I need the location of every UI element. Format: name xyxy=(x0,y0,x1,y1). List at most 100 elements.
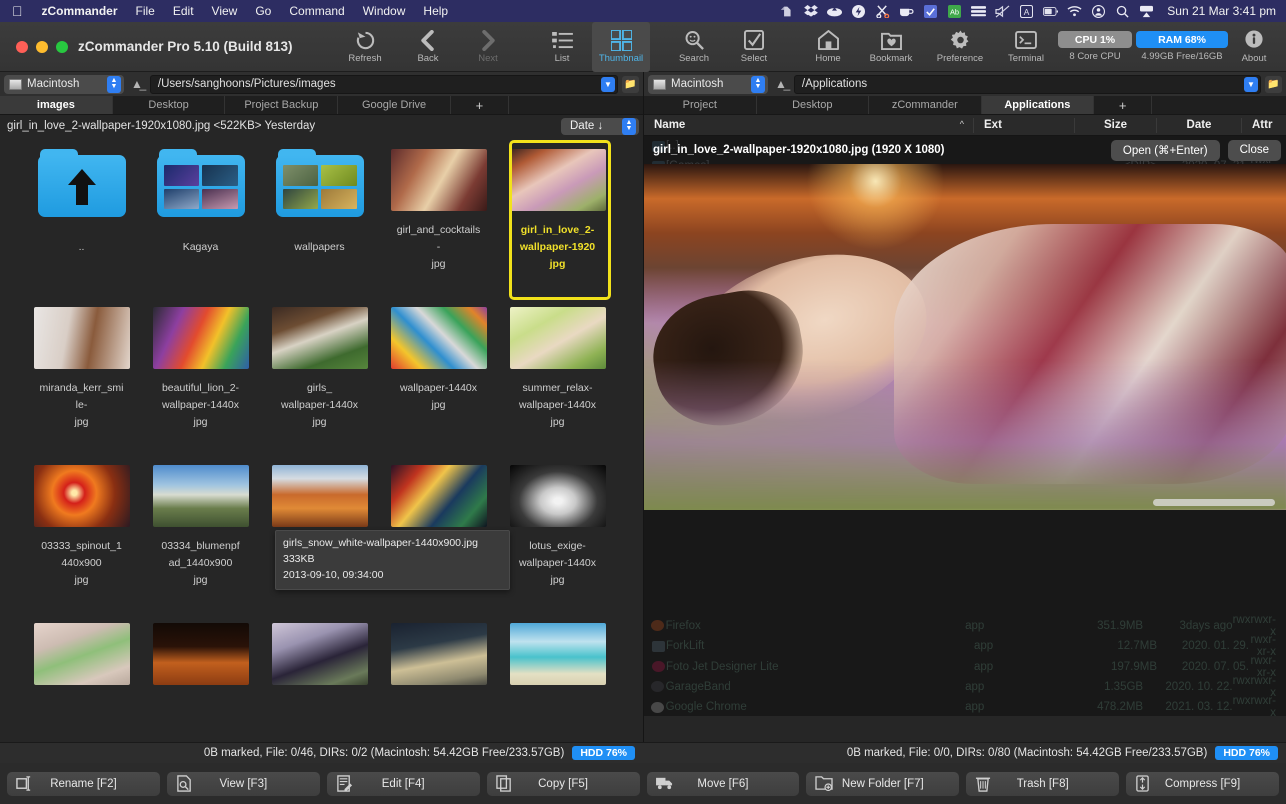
checkbox-blue-icon[interactable] xyxy=(923,4,938,19)
thumbnail-item-wallpaper-1440x[interactable]: wallpaper-1440x jpg xyxy=(379,295,498,453)
menu-item-go[interactable]: Go xyxy=(246,4,280,18)
input-source-a-icon[interactable]: A xyxy=(1019,4,1034,19)
stack-icon[interactable] xyxy=(971,4,986,19)
thumbnail-item-row4-1[interactable] xyxy=(22,611,141,716)
column-header-attr[interactable]: Attr xyxy=(1242,118,1286,133)
volume-mute-icon[interactable] xyxy=(995,4,1010,19)
right-tab-zcommander[interactable]: zCommander xyxy=(869,96,982,114)
ram-meter[interactable]: RAM 68% 4.99GB Free/16GB xyxy=(1134,22,1230,72)
left-tab-images[interactable]: images xyxy=(0,96,113,114)
about-button[interactable]: About xyxy=(1230,22,1278,72)
new-folder-button[interactable]: New Folder [F7] xyxy=(806,772,959,796)
search-icon[interactable] xyxy=(1115,4,1130,19)
ab-green-icon[interactable]: Ab xyxy=(947,4,962,19)
right-file-list[interactable]: [..] <DIR> [Games] <DIR> 2020. 07. 31. r… xyxy=(644,136,1286,716)
search-button[interactable]: Search xyxy=(664,22,724,72)
view-button[interactable]: View [F3] xyxy=(167,772,320,796)
evernote-icon[interactable] xyxy=(779,4,794,19)
airplay-icon[interactable] xyxy=(1139,4,1154,19)
move-button[interactable]: Move [F6] xyxy=(647,772,800,796)
right-drive-selector[interactable]: Macintosh ▲▼ xyxy=(648,75,768,94)
eject-icon[interactable]: ▲̲ xyxy=(772,77,790,91)
right-open-folder-button[interactable]: 📁 xyxy=(1265,76,1282,93)
menu-item-window[interactable]: Window xyxy=(354,4,415,18)
battery-icon[interactable] xyxy=(1043,4,1058,19)
user-circle-icon[interactable] xyxy=(1091,4,1106,19)
menu-item-help[interactable]: Help xyxy=(414,4,457,18)
thumbnail-item-beautiful-lion[interactable]: beautiful_lion_2- wallpaper-1440x jpg xyxy=(141,295,260,453)
thumbnail-item-girls-snow-white[interactable]: girls_ wallpaper-1440x jpg xyxy=(260,295,379,453)
column-header-ext[interactable]: Ext xyxy=(974,118,1075,133)
thumbnail-item-row4-3[interactable] xyxy=(260,611,379,716)
cpu-meter[interactable]: CPU 1% 8 Core CPU xyxy=(1056,22,1134,72)
left-tab-add-button[interactable]: + xyxy=(451,96,509,114)
home-button[interactable]: Home xyxy=(798,22,858,72)
left-tab-project-backup[interactable]: Project Backup xyxy=(225,96,338,114)
preview-close-button[interactable]: Close xyxy=(1228,140,1281,161)
thumbnail-item-03333-spinout[interactable]: 03333_spinout_1 440x900 jpg xyxy=(22,453,141,611)
column-header-name[interactable]: Name ^ xyxy=(644,118,974,133)
eject-icon[interactable]: ▲̲ xyxy=(128,77,146,91)
menu-item-edit[interactable]: Edit xyxy=(164,4,203,18)
left-tab-desktop[interactable]: Desktop xyxy=(113,96,226,114)
copy-button[interactable]: Copy [F5] xyxy=(487,772,640,796)
close-button[interactable] xyxy=(16,41,28,53)
right-tab-desktop[interactable]: Desktop xyxy=(757,96,870,114)
refresh-button[interactable]: Refresh xyxy=(332,22,398,72)
thumbnail-item-summer-relax[interactable]: summer_relax- wallpaper-1440x jpg xyxy=(498,295,617,453)
menu-item-file[interactable]: File xyxy=(127,4,164,18)
menu-item-zcommander[interactable]: zCommander xyxy=(33,4,127,18)
thumbnail-item-girl-and-cocktails[interactable]: girl_and_cocktails - jpg xyxy=(379,137,498,295)
right-tab-add-button[interactable]: + xyxy=(1094,96,1152,114)
preview-image[interactable] xyxy=(644,164,1286,510)
bookmark-button[interactable]: Bookmark xyxy=(858,22,924,72)
flash-icon[interactable] xyxy=(851,4,866,19)
next-button[interactable]: Next xyxy=(458,22,518,72)
right-tab-project[interactable]: Project xyxy=(644,96,757,114)
chevron-down-icon[interactable]: ▼ xyxy=(601,77,615,92)
preview-horizontal-scrollbar[interactable] xyxy=(1153,499,1275,506)
thumbnail-item-lotus-exige[interactable]: lotus_exige- wallpaper-1440x jpg xyxy=(498,453,617,611)
preference-button[interactable]: Preference xyxy=(924,22,996,72)
trash-button[interactable]: Trash [F8] xyxy=(966,772,1119,796)
terminal-button[interactable]: Terminal xyxy=(996,22,1056,72)
minimize-button[interactable] xyxy=(36,41,48,53)
left-path-field[interactable]: /Users/sanghoons/Pictures/images ▼ xyxy=(150,75,618,94)
cloud-upload-icon[interactable] xyxy=(827,4,842,19)
right-tab-applications[interactable]: Applications xyxy=(982,96,1095,114)
dropbox-icon[interactable] xyxy=(803,4,818,19)
left-drive-selector[interactable]: Macintosh ▲▼ xyxy=(4,75,124,94)
rename-button[interactable]: Rename [F2] xyxy=(7,772,160,796)
back-button[interactable]: Back xyxy=(398,22,458,72)
thumbnail-view-button[interactable]: Thumbnail xyxy=(592,22,650,72)
thumbnail-item-row4-4[interactable] xyxy=(379,611,498,716)
thumbnail-item-row4-5[interactable] xyxy=(498,611,617,716)
left-sort-selector[interactable]: Date ↓ ▲▼ xyxy=(561,118,639,135)
thumbnail-item-parent[interactable]: .. xyxy=(22,137,141,295)
compress-button[interactable]: Compress [F9] xyxy=(1126,772,1279,796)
list-view-button[interactable]: List xyxy=(532,22,592,72)
column-header-date[interactable]: Date xyxy=(1157,118,1242,133)
chevron-down-icon[interactable]: ▼ xyxy=(1244,77,1258,92)
thumbnail-item-miranda-kerr[interactable]: miranda_kerr_smi le- jpg xyxy=(22,295,141,453)
edit-button[interactable]: Edit [F4] xyxy=(327,772,480,796)
left-open-folder-button[interactable]: 📁 xyxy=(622,76,639,93)
left-thumbnail-grid[interactable]: .. Kagaya xyxy=(0,137,643,716)
preview-open-button[interactable]: Open (⌘+Enter) xyxy=(1111,140,1220,161)
thumbnail-item-kagaya[interactable]: Kagaya xyxy=(141,137,260,295)
zoom-button[interactable] xyxy=(56,41,68,53)
menu-item-view[interactable]: View xyxy=(203,4,247,18)
thumbnail-item-03334-blumenpfad[interactable]: 03334_blumenpf ad_1440x900 jpg xyxy=(141,453,260,611)
left-tab-google-drive[interactable]: Google Drive xyxy=(338,96,451,114)
column-header-size[interactable]: Size xyxy=(1075,118,1157,133)
wifi-icon[interactable] xyxy=(1067,4,1082,19)
select-button[interactable]: Select xyxy=(724,22,784,72)
thumbnail-item-row4-2[interactable] xyxy=(141,611,260,716)
thumbnail-item-wallpapers[interactable]: wallpapers xyxy=(260,137,379,295)
menubar-clock[interactable]: Sun 21 Mar 3:41 pm xyxy=(1163,4,1276,18)
scissors-icon[interactable] xyxy=(875,4,890,19)
menu-item-command[interactable]: Command xyxy=(280,4,353,18)
coffee-cup-icon[interactable] xyxy=(899,4,914,19)
apple-logo-icon[interactable]:  xyxy=(12,4,23,18)
right-path-field[interactable]: /Applications ▼ xyxy=(794,75,1261,94)
